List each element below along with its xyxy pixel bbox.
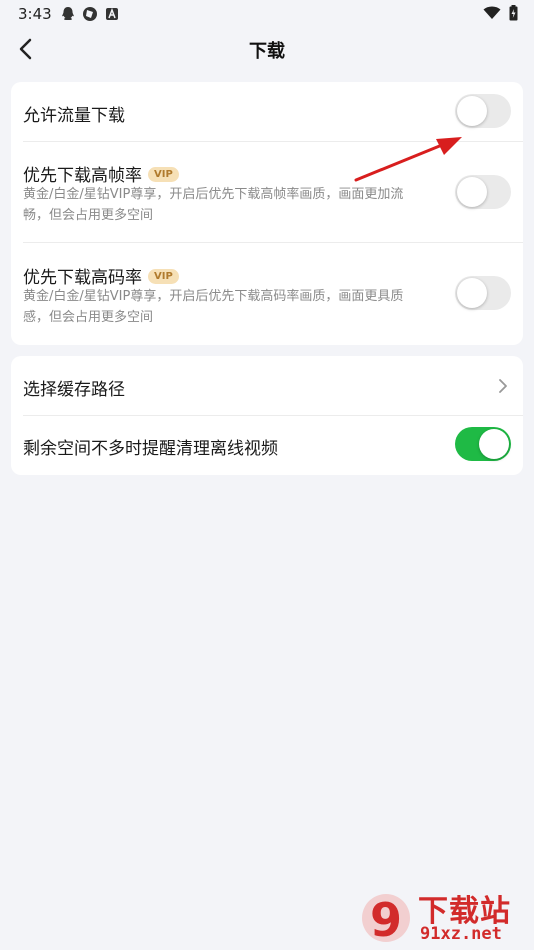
high-bitrate-desc-line1: 黄金/白金/星钻VIP尊享，开启后优先下载高码率画质，画面更具质 [23, 289, 404, 304]
text-a-icon [106, 7, 118, 20]
status-icons-left [60, 6, 120, 22]
mobile-download-label: 允许流量下载 [23, 106, 125, 126]
page-title: 下载 [249, 41, 285, 62]
header: 下载 [0, 30, 534, 70]
setting-row-high-bitrate: 优先下载高码率 VIP 黄金/白金/星钻VIP尊享，开启后优先下载高码率画质，画面… [11, 243, 523, 345]
watermark: 9 下载站 91xz.net [360, 886, 530, 948]
mobile-download-toggle[interactable] [455, 94, 511, 128]
high-fps-title: 优先下载高帧率 VIP [23, 161, 179, 186]
watermark-url: 91xz.net [420, 924, 502, 944]
high-bitrate-description: 黄金/白金/星钻VIP尊享，开启后优先下载高码率画质，画面更具质 感，但会占用更… [23, 286, 443, 328]
vip-badge: VIP [148, 268, 179, 284]
chevron-right-icon [499, 379, 507, 393]
vip-badge: VIP [148, 166, 179, 182]
battery-icon [509, 5, 518, 21]
toggle-knob [479, 429, 509, 459]
setting-row-low-space-reminder: 剩余空间不多时提醒清理离线视频 [11, 416, 523, 475]
high-bitrate-title: 优先下载高码率 VIP [23, 263, 179, 288]
low-space-reminder-toggle[interactable] [455, 427, 511, 461]
high-fps-desc-line2: 畅，但会占用更多空间 [23, 208, 154, 223]
qq-icon [62, 7, 74, 20]
wifi-icon [483, 6, 501, 19]
cache-path-row[interactable]: 选择缓存路径 [11, 356, 523, 415]
annotation-arrow-icon [354, 137, 462, 182]
high-bitrate-toggle[interactable] [455, 276, 511, 310]
toggle-knob [457, 278, 487, 308]
toggle-knob [457, 96, 487, 126]
app-icon [83, 7, 97, 21]
status-bar: 3:43 [0, 0, 534, 30]
high-bitrate-desc-line2: 感，但会占用更多空间 [23, 310, 154, 325]
download-settings-card: 允许流量下载 优先下载高帧率 VIP 黄金/白金/星钻VIP尊享，开启后优先下载高… [11, 82, 523, 345]
status-icons-right [483, 5, 518, 21]
watermark-logo-icon: 9 [362, 893, 410, 946]
high-bitrate-label: 优先下载高码率 [23, 268, 142, 288]
high-fps-desc-line1: 黄金/白金/星钻VIP尊享，开启后优先下载高帧率画质，画面更加流 [23, 187, 404, 202]
storage-settings-card: 选择缓存路径 剩余空间不多时提醒清理离线视频 [11, 356, 523, 475]
watermark-logo-text: 9 [370, 893, 402, 946]
high-fps-label: 优先下载高帧率 [23, 166, 142, 186]
cache-path-label: 选择缓存路径 [23, 380, 125, 400]
high-fps-description: 黄金/白金/星钻VIP尊享，开启后优先下载高帧率画质，画面更加流 畅，但会占用更… [23, 184, 443, 226]
status-time: 3:43 [18, 5, 52, 23]
low-space-reminder-label: 剩余空间不多时提醒清理离线视频 [23, 439, 278, 459]
